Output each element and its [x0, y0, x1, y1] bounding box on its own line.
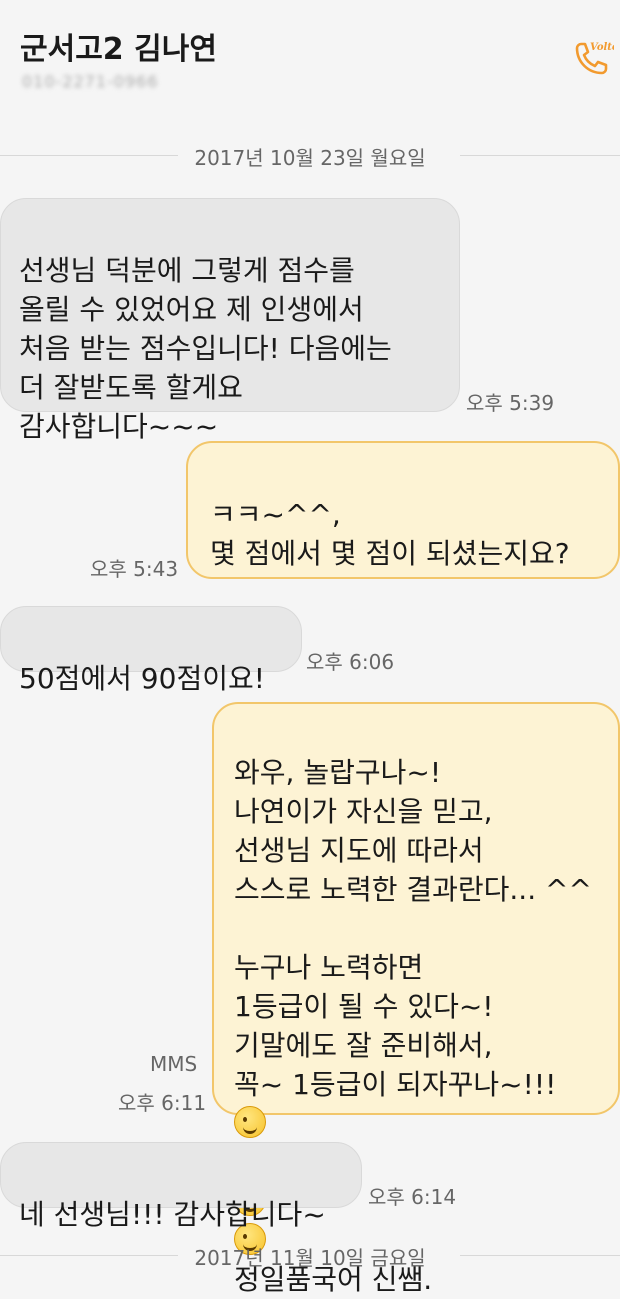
date-separator: 2017년 10월 23일 월요일 — [0, 140, 620, 170]
message-time: 오후 6:06 — [306, 650, 395, 674]
outgoing-message-bubble[interactable]: 와우, 놀랍구나~! 나연이가 자신을 믿고, 선생님 지도에 따라서 스스로 … — [212, 702, 620, 1296]
volte-label: Volte — [590, 42, 614, 53]
contact-number: 010-2271-0966 — [22, 72, 159, 91]
message-time: 오후 5:43 — [90, 557, 179, 581]
volte-call-icon[interactable]: Volte — [568, 36, 614, 82]
message-text: 네 선생님!!! 감사합니다~ — [19, 1198, 326, 1231]
date-label: 2017년 10월 23일 월요일 — [194, 146, 426, 170]
incoming-message-bubble[interactable]: 50점에서 90점이요! — [0, 606, 302, 695]
incoming-message-bubble[interactable]: 선생님 덕분에 그렇게 점수를 올릴 수 있었어요 제 인생에서 처음 받는 점… — [0, 198, 460, 443]
winking-face-icon — [234, 1106, 266, 1138]
message-type-label: MMS — [150, 1052, 198, 1076]
incoming-message-bubble[interactable]: 네 선생님!!! 감사합니다~ — [0, 1142, 362, 1231]
date-label: 2017년 11월 10일 금요일 — [194, 1246, 426, 1270]
message-time: 오후 6:14 — [368, 1185, 457, 1209]
date-separator: 2017년 11월 10일 금요일 — [0, 1240, 620, 1270]
message-text: 50점에서 90점이요! — [19, 662, 265, 695]
message-text: 선생님 덕분에 그렇게 점수를 올릴 수 있었어요 제 인생에서 처음 받는 점… — [19, 254, 392, 443]
outgoing-message-bubble[interactable]: ㅋㅋ~^^, 몇 점에서 몇 점이 되셨는지요? — [186, 441, 620, 646]
message-time: 오후 6:11 — [118, 1091, 207, 1115]
message-text: 와우, 놀랍구나~! 나연이가 자신을 믿고, 선생님 지도에 따라서 스스로 … — [234, 756, 592, 1101]
conversation-header: 군서고2 김나연 010-2271-0966 Volte — [0, 0, 620, 110]
message-text: ㅋㅋ~^^, 몇 점에서 몇 점이 되셨는지요? — [210, 498, 570, 570]
contact-name: 군서고2 김나연 — [20, 32, 217, 67]
message-time: 오후 5:39 — [466, 391, 555, 415]
